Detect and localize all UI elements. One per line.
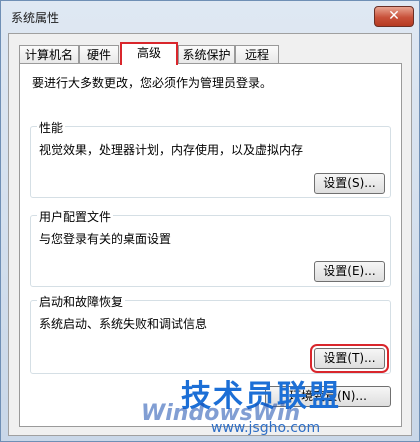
startup-recovery-group-title: 启动和故障恢复: [37, 293, 126, 310]
performance-settings-button[interactable]: 设置(S)...: [314, 173, 385, 194]
user-profiles-settings-button[interactable]: 设置(E)...: [314, 261, 385, 282]
tab-hardware[interactable]: 硬件: [79, 45, 119, 64]
startup-recovery-group: 启动和故障恢复 系统启动、系统失败和调试信息 设置(T)...: [30, 293, 391, 374]
performance-group-title: 性能: [37, 119, 66, 136]
tab-strip: 计算机名 硬件 高级 系统保护 远程: [19, 42, 399, 65]
user-profiles-group-title: 用户配置文件: [37, 208, 114, 225]
window-title: 系统属性: [11, 11, 60, 25]
performance-description: 视觉效果，处理器计划，内存使用，以及虚拟内存: [39, 143, 304, 157]
watermark-url: www.jsgho.com: [211, 420, 321, 436]
system-properties-window: 系统属性 ✕ 计算机名 硬件 高级 系统保护 远程 要进行大多数更改，您必须作为…: [0, 0, 420, 442]
admin-notice: 要进行大多数更改，您必须作为管理员登录。: [32, 76, 273, 90]
user-profiles-group: 用户配置文件 与您登录有关的桌面设置 设置(E)...: [30, 208, 391, 287]
startup-recovery-description: 系统启动、系统失败和调试信息: [39, 317, 208, 331]
performance-group: 性能 视觉效果，处理器计划，内存使用，以及虚拟内存 设置(S)...: [30, 119, 391, 198]
title-bar[interactable]: 系统属性 ✕: [1, 1, 419, 33]
close-button[interactable]: ✕: [374, 6, 414, 27]
site-watermark: 技术员联盟 WindowsWin www.jsgho.com: [141, 371, 416, 441]
tab-advanced[interactable]: 高级: [120, 42, 178, 65]
startup-recovery-settings-button[interactable]: 设置(T)...: [310, 344, 389, 373]
tab-remote[interactable]: 远程: [235, 45, 279, 64]
user-profiles-description: 与您登录有关的桌面设置: [39, 232, 172, 246]
tab-system-protection[interactable]: 系统保护: [178, 45, 235, 64]
tab-computer-name[interactable]: 计算机名: [19, 45, 79, 64]
close-icon: ✕: [388, 8, 400, 24]
